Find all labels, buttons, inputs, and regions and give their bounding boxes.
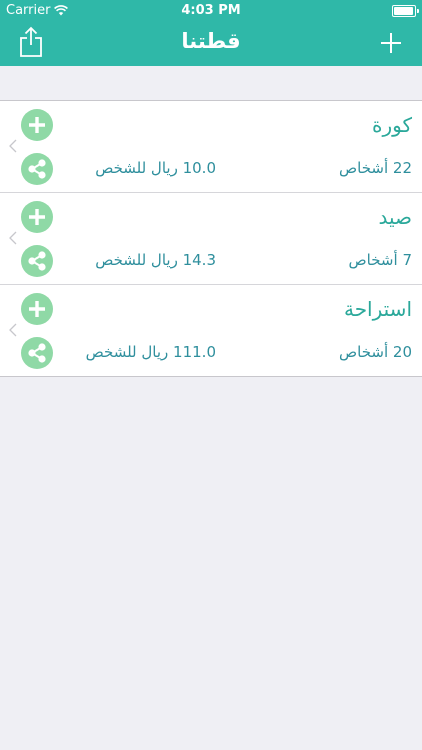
add-button[interactable] [380, 32, 402, 54]
top-bar: Carrier 4:03 PM قطتنا [0, 0, 422, 66]
plus-icon [29, 301, 45, 317]
status-time: 4:03 PM [181, 3, 241, 18]
people-count: 22 أشخاص [339, 159, 412, 177]
share-nodes-icon [28, 251, 46, 271]
plus-icon [381, 33, 401, 53]
list-item[interactable]: استراحة 20 أشخاص 111.0 ريال للشخص [0, 285, 422, 376]
share-group-button[interactable] [21, 153, 53, 185]
battery-icon [392, 5, 419, 17]
price-per-person: 10.0 ريال للشخص [95, 159, 216, 177]
list-item[interactable]: كورة 22 أشخاص 10.0 ريال للشخص [0, 101, 422, 193]
people-count: 20 أشخاص [339, 343, 412, 361]
chevron-left-icon [9, 323, 17, 337]
add-member-button[interactable] [21, 201, 53, 233]
add-member-button[interactable] [21, 293, 53, 325]
nav-bar: قطتنا [0, 22, 422, 66]
list-item[interactable]: صيد 7 أشخاص 14.3 ريال للشخص [0, 193, 422, 285]
battery-level [394, 7, 413, 15]
share-nodes-icon [28, 159, 46, 179]
group-name: صيد [378, 205, 412, 229]
share-group-button[interactable] [21, 337, 53, 369]
people-count: 7 أشخاص [348, 251, 412, 269]
groups-list: كورة 22 أشخاص 10.0 ريال للشخص صيد 7 أشخا… [0, 100, 422, 377]
plus-icon [29, 209, 45, 225]
status-bar: Carrier 4:03 PM [0, 0, 422, 22]
group-name: استراحة [343, 297, 412, 321]
group-name: كورة [372, 113, 412, 137]
chevron-left-icon [9, 231, 17, 245]
chevron-left-icon [9, 139, 17, 153]
price-per-person: 111.0 ريال للشخص [85, 343, 216, 361]
page-title: قطتنا [181, 29, 241, 53]
plus-icon [29, 117, 45, 133]
app-screen: Carrier 4:03 PM قطتنا كورة 22 أشخاص 10.0… [0, 0, 422, 750]
share-nodes-icon [28, 343, 46, 363]
share-group-button[interactable] [21, 245, 53, 277]
battery-tip [417, 9, 419, 13]
add-member-button[interactable] [21, 109, 53, 141]
price-per-person: 14.3 ريال للشخص [95, 251, 216, 269]
